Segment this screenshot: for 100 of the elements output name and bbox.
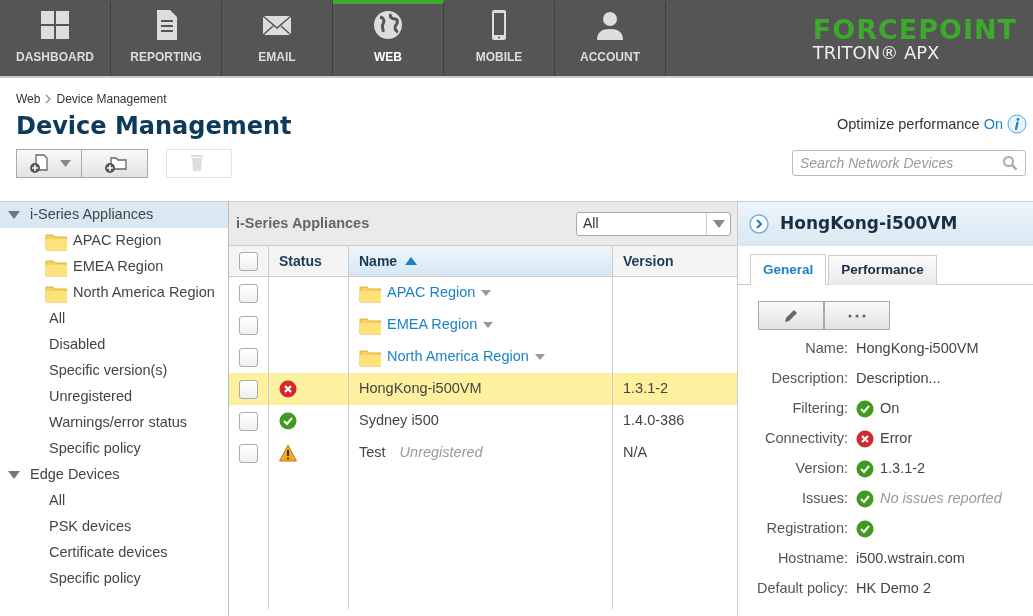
field-value: 1.3.1-2: [880, 459, 926, 479]
grid-title: i-Series Appliances: [236, 213, 370, 233]
more-icon: [848, 313, 866, 318]
check-icon: [856, 460, 874, 478]
tree-item-label[interactable]: Edge Devices: [30, 464, 120, 486]
person-icon: [594, 9, 626, 41]
field-label: Version:: [794, 459, 849, 479]
row-checkbox[interactable]: [239, 347, 258, 367]
check-icon: [279, 412, 297, 430]
edit-button[interactable]: [758, 301, 824, 330]
collapse-caret-icon[interactable]: [8, 211, 20, 219]
tree-item[interactable]: Edge Devices: [0, 462, 228, 488]
add-device-button[interactable]: [16, 148, 82, 178]
field-value: HongKong-i500VM: [856, 339, 979, 359]
device-name: HongKong-i500VM: [359, 379, 482, 399]
device-name: Test: [359, 443, 386, 463]
nav-tab[interactable]: DASHBOARD: [0, 0, 111, 76]
tree-item[interactable]: All: [49, 308, 66, 330]
column-header[interactable]: Name: [349, 246, 613, 277]
field-label: Registration:: [765, 519, 849, 539]
folder-icon: [45, 257, 67, 277]
row-checkbox[interactable]: [239, 379, 258, 399]
optimize-toggle-link[interactable]: On: [983, 113, 1003, 136]
field-value: On: [880, 399, 900, 419]
tree-item[interactable]: Specific policy: [49, 568, 141, 590]
row-checkbox[interactable]: [239, 443, 258, 463]
tree-item[interactable]: North America Region: [73, 282, 215, 304]
error-icon: [856, 430, 874, 448]
row-checkbox[interactable]: [239, 315, 258, 335]
column-header[interactable]: Status: [269, 246, 349, 277]
field-label: Hostname:: [776, 549, 849, 569]
field-value: HK Demo 2: [856, 579, 931, 599]
nav-tab[interactable]: EMAIL: [222, 0, 333, 76]
tree-item[interactable]: All: [49, 490, 66, 512]
tree-item[interactable]: i-Series Appliances: [0, 202, 228, 228]
nav-tab[interactable]: MOBILE: [444, 0, 555, 76]
folder-icon: [45, 231, 67, 251]
field-value: Description...: [856, 369, 941, 389]
tree-item[interactable]: APAC Region: [73, 230, 162, 252]
product-name: TRITON® APX: [812, 43, 941, 63]
grid-icon: [39, 9, 71, 41]
tree-item[interactable]: Unregistered: [49, 386, 132, 408]
search-icon[interactable]: [1002, 155, 1018, 172]
caret-icon[interactable]: [483, 322, 494, 328]
panel-tab[interactable]: Performance: [828, 255, 937, 285]
field-label: Issues:: [801, 489, 849, 509]
folder-icon: [359, 283, 381, 303]
version-text: 1.4.0-386: [623, 411, 685, 431]
search-field[interactable]: Search Network Devices: [792, 150, 1026, 177]
device-status-note: Unregistered: [399, 443, 483, 463]
nav-tab[interactable]: WEB: [333, 0, 444, 76]
folder-link[interactable]: EMEA Region: [387, 314, 478, 336]
collapse-icon[interactable]: [748, 213, 770, 235]
pencil-icon: [783, 307, 799, 324]
check-icon: [856, 520, 874, 538]
tree-item[interactable]: Warnings/error status: [49, 412, 188, 434]
device-title: HongKong-i500VM: [780, 212, 958, 236]
tree-item[interactable]: Specific version(s): [49, 360, 168, 382]
page-title: Device Management: [16, 112, 292, 141]
panel-tab[interactable]: General: [750, 254, 827, 285]
folder-icon: [359, 315, 381, 335]
row-checkbox[interactable]: [239, 411, 258, 431]
breadcrumb-link[interactable]: Web: [16, 90, 41, 108]
caret-icon: [59, 159, 71, 167]
folder-link[interactable]: APAC Region: [387, 282, 476, 304]
add-folder-button[interactable]: [82, 148, 148, 178]
tree-item[interactable]: Specific policy: [49, 438, 141, 460]
select-all-checkbox[interactable]: [239, 251, 258, 271]
caret-icon: [712, 219, 725, 228]
version-text: 1.3.1-2: [623, 379, 669, 399]
filter-dropdown[interactable]: All: [576, 211, 731, 236]
warning-icon: [279, 444, 297, 462]
globe-icon: [372, 9, 404, 41]
folder-icon: [359, 347, 381, 367]
nav-tab[interactable]: REPORTING: [111, 0, 222, 76]
column-header[interactable]: Version: [613, 246, 738, 277]
row-checkbox[interactable]: [239, 283, 258, 303]
error-icon: [279, 380, 297, 398]
tree-item[interactable]: EMEA Region: [73, 256, 164, 278]
info-icon[interactable]: [1007, 114, 1027, 135]
tree-item-label[interactable]: i-Series Appliances: [30, 204, 154, 226]
optimize-label: Optimize performance: [837, 114, 980, 134]
folder-icon: [45, 283, 67, 303]
field-label: Filtering:: [791, 399, 849, 419]
tree-item[interactable]: PSK devices: [49, 516, 132, 538]
brand-logo: FORCEPOINT: [812, 16, 1017, 43]
field-label: Connectivity:: [764, 429, 849, 449]
tree-item[interactable]: Certificate devices: [49, 542, 168, 564]
field-value: i500.wstrain.com: [856, 549, 965, 569]
tree-item[interactable]: Disabled: [49, 334, 106, 356]
caret-icon[interactable]: [481, 290, 492, 296]
collapse-caret-icon[interactable]: [8, 471, 20, 479]
nav-tab[interactable]: ACCOUNT: [555, 0, 666, 76]
caret-icon[interactable]: [534, 354, 545, 360]
folder-link[interactable]: North America Region: [387, 346, 529, 368]
chevron-icon: [44, 94, 53, 104]
field-label: Description:: [770, 369, 849, 389]
check-icon: [856, 490, 874, 508]
field-value: No issues reported: [880, 489, 1002, 509]
device-name: Sydney i500: [359, 411, 439, 431]
